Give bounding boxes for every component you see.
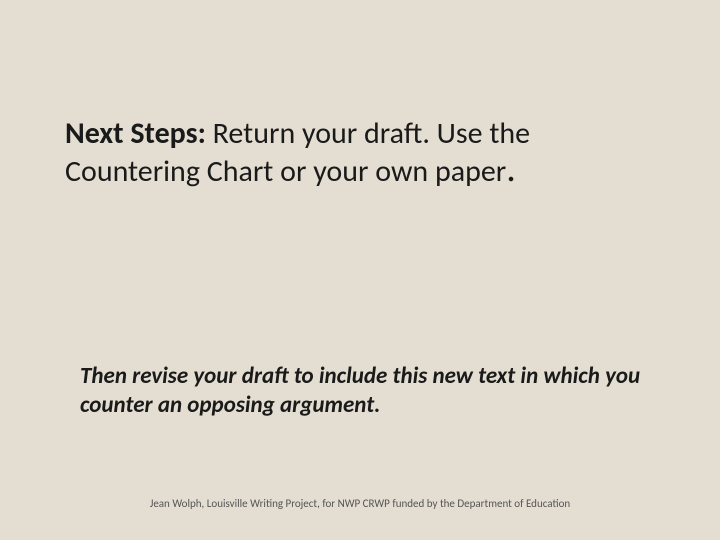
title-lead: Next Steps: <box>65 115 206 152</box>
footer-text: Jean Wolph, Louisville Writing Project, … <box>0 497 720 510</box>
title-period: . <box>506 146 516 192</box>
body-text: Then revise your draft to include this n… <box>80 362 650 420</box>
slide: Next Steps: Return your draft. Use the C… <box>0 0 720 540</box>
title-text: Next Steps: Return your draft. Use the C… <box>65 115 655 190</box>
